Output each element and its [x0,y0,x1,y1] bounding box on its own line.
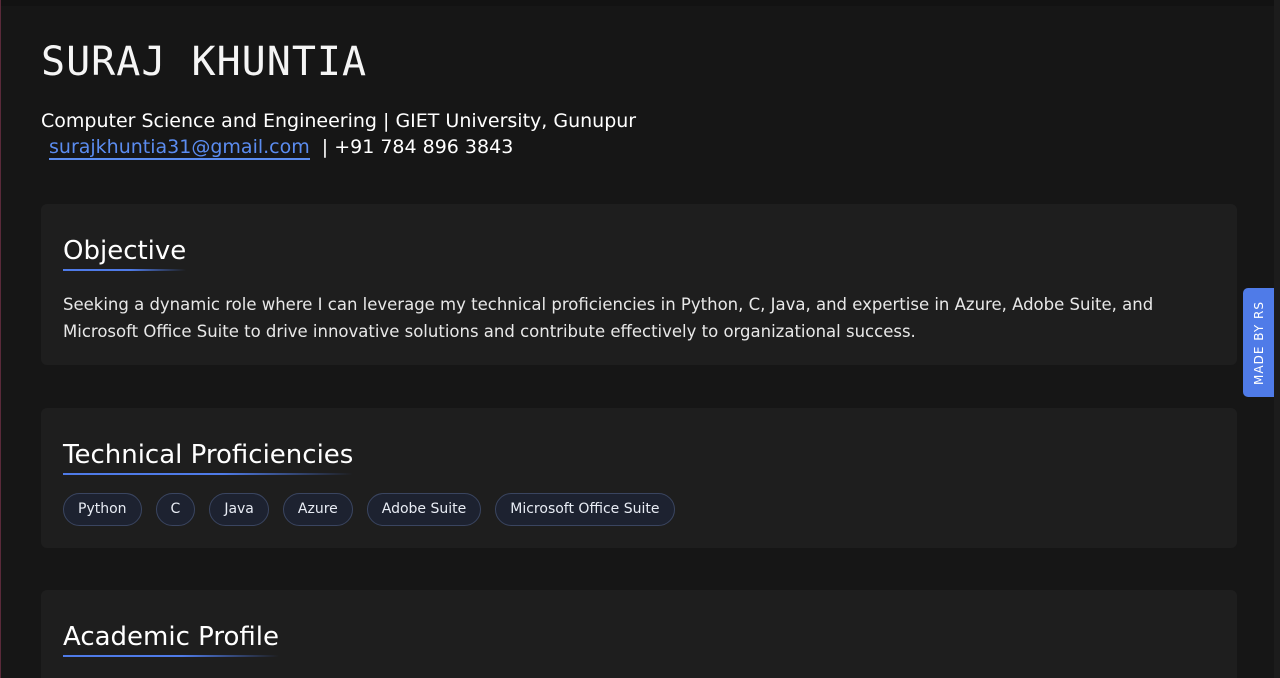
header: SURAJ KHUNTIA Computer Science and Engin… [41,38,636,160]
objective-heading-wrap: Objective [63,234,1215,271]
technical-title: Technical Proficiencies [63,438,354,475]
email-link[interactable]: surajkhuntia31@gmail.com [49,136,310,160]
objective-text: Seeking a dynamic role where I can lever… [63,295,1154,341]
skill-chip-c[interactable]: C [155,493,196,526]
academic-title: Academic Profile [63,620,280,657]
skill-chip-adobe-suite[interactable]: Adobe Suite [366,493,482,526]
objective-title-underline [63,269,187,271]
skill-chip-microsoft-office-suite[interactable]: Microsoft Office Suite [495,493,675,526]
academic-heading-wrap: Academic Profile [63,620,1215,657]
technical-title-text: Technical Proficiencies [63,440,354,470]
technical-title-underline [63,473,354,475]
objective-title-text: Objective [63,236,187,266]
made-by-tab[interactable]: MADE BY RS [1243,288,1274,397]
candidate-name: SURAJ KHUNTIA [41,39,368,85]
made-by-label: MADE BY RS [1251,300,1266,385]
academic-section: Academic Profile [41,590,1237,678]
contact-line: surajkhuntia31@gmail.com | +91 784 896 38… [41,134,636,160]
technical-heading-wrap: Technical Proficiencies [63,438,1215,475]
phone-number: | +91 784 896 3843 [321,136,514,158]
skill-chip-list: Python C Java Azure Adobe Suite Microsof… [63,493,1215,526]
academic-title-underline [63,655,280,657]
top-bar [1,0,1274,6]
technical-section: Technical Proficiencies Python C Java Az… [41,408,1237,548]
resume-page: SURAJ KHUNTIA Computer Science and Engin… [0,0,1280,678]
skill-chip-azure[interactable]: Azure [282,493,353,526]
objective-section: Objective Seeking a dynamic role where I… [41,204,1237,365]
skill-chip-python[interactable]: Python [63,493,142,526]
academic-title-text: Academic Profile [63,622,280,652]
education-subtitle: Computer Science and Engineering | GIET … [41,110,637,132]
objective-title: Objective [63,234,187,271]
skill-chip-java[interactable]: Java [209,493,269,526]
